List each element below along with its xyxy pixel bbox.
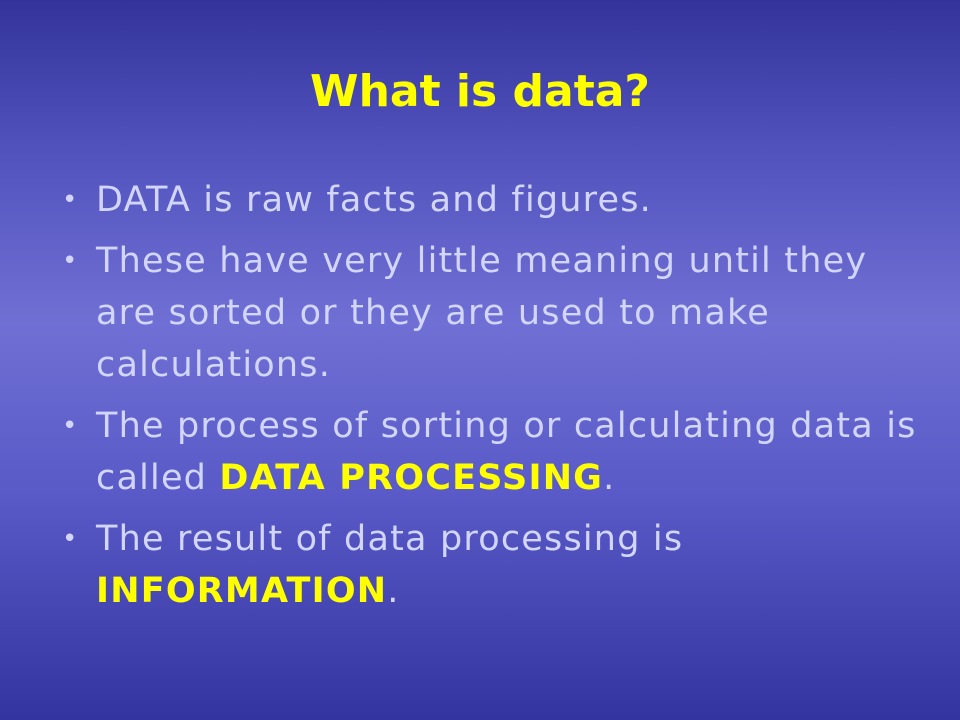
highlight-data-processing: DATA PROCESSING bbox=[219, 458, 604, 498]
bullet-item: • The process of sorting or calculating … bbox=[56, 400, 936, 504]
bullet-marker: • bbox=[62, 185, 79, 215]
slide: What is data? • DATA is raw facts and fi… bbox=[0, 0, 960, 720]
slide-title: What is data? bbox=[310, 66, 650, 117]
bullet-marker: • bbox=[62, 524, 79, 554]
bullet-text: DATA is raw facts and figures. bbox=[96, 180, 652, 220]
bullet-item: • These have very little meaning until t… bbox=[56, 235, 936, 391]
bullet-item: • DATA is raw facts and figures. bbox=[56, 174, 936, 226]
bullet-marker: • bbox=[62, 411, 79, 441]
bullet-item: • The result of data processing is INFOR… bbox=[56, 513, 936, 617]
highlight-information: INFORMATION bbox=[96, 571, 388, 611]
bullet-list: • DATA is raw facts and figures. • These… bbox=[56, 174, 936, 626]
bullet-text-after: . bbox=[603, 458, 616, 498]
bullet-text-after: . bbox=[387, 571, 400, 611]
bullet-text: These have very little meaning until the… bbox=[96, 241, 868, 385]
bullet-text-before: The result of data processing is bbox=[96, 519, 684, 559]
bullet-marker: • bbox=[62, 246, 79, 276]
